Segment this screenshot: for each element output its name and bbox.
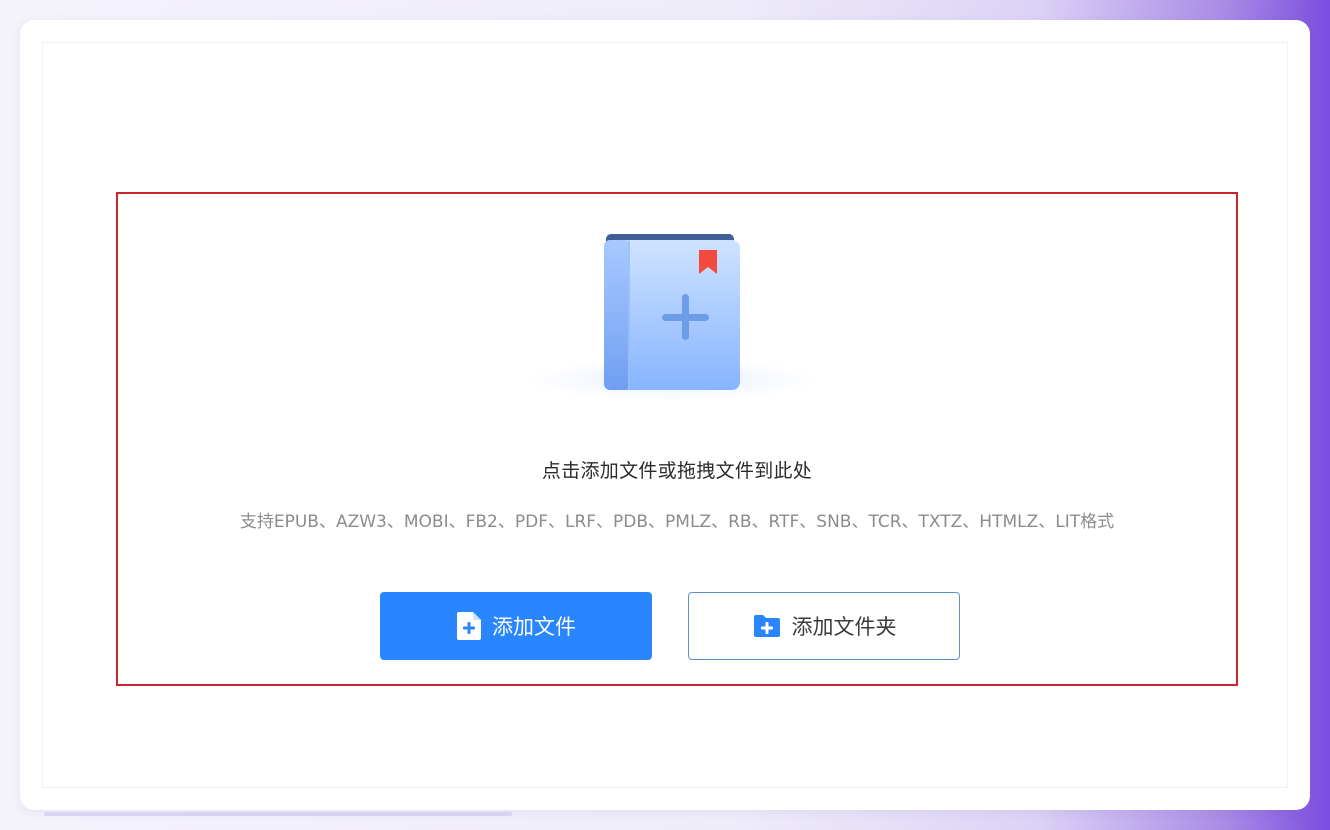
book-add-icon[interactable] bbox=[518, 230, 828, 400]
horizontal-scrollbar[interactable] bbox=[44, 812, 512, 816]
add-folder-label: 添加文件夹 bbox=[791, 615, 897, 639]
drop-hint-text: 点击添加文件或拖拽文件到此处 bbox=[541, 460, 813, 482]
add-file-label: 添加文件 bbox=[492, 615, 576, 639]
file-plus-icon bbox=[456, 611, 482, 641]
app-window: 点击添加文件或拖拽文件到此处 支持EPUB、AZW3、MOBI、FB2、PDF、… bbox=[20, 20, 1310, 810]
folder-plus-icon bbox=[752, 613, 782, 639]
add-file-button[interactable]: 添加文件 bbox=[380, 592, 652, 660]
supported-formats-text: 支持EPUB、AZW3、MOBI、FB2、PDF、LRF、PDB、PMLZ、RB… bbox=[239, 512, 1115, 532]
add-folder-button[interactable]: 添加文件夹 bbox=[688, 592, 960, 660]
file-drop-zone[interactable]: 点击添加文件或拖拽文件到此处 支持EPUB、AZW3、MOBI、FB2、PDF、… bbox=[116, 192, 1238, 686]
